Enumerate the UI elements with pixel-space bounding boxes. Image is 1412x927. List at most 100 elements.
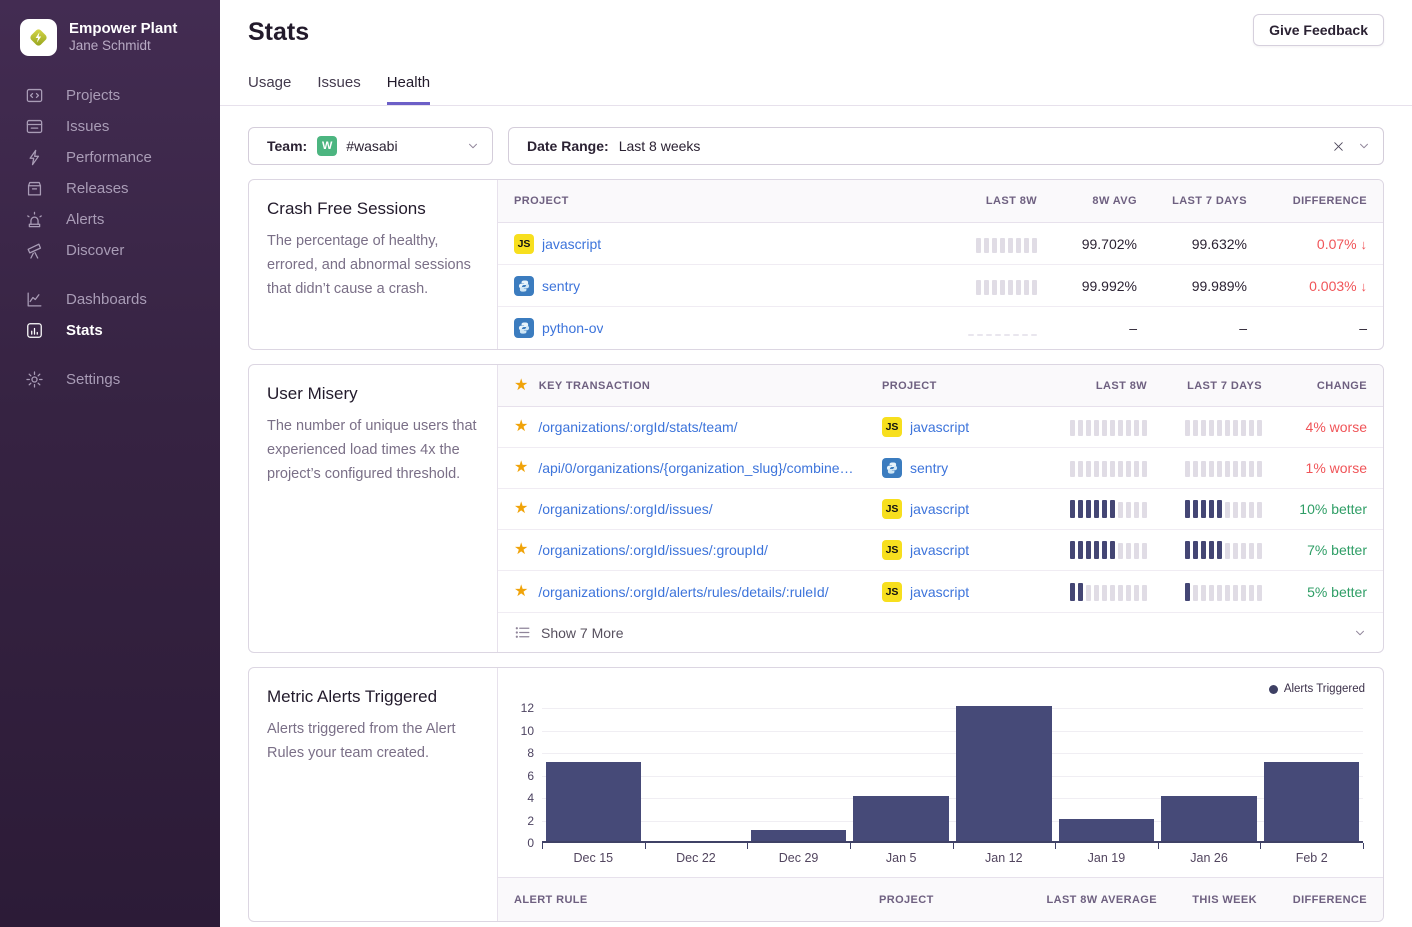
clear-icon[interactable] bbox=[1332, 140, 1345, 153]
gear-icon bbox=[25, 370, 44, 389]
platform-javascript-icon: JS bbox=[882, 417, 902, 437]
alerts-bar[interactable] bbox=[853, 796, 948, 841]
sidebar-item-releases[interactable]: Releases bbox=[0, 173, 220, 204]
project-link[interactable]: javascript bbox=[910, 542, 969, 558]
show-more-label: Show 7 More bbox=[541, 625, 623, 641]
project-link[interactable]: sentry bbox=[910, 460, 948, 476]
alerts-triggered-chart: Alerts Triggered 024681012 Dec 15Dec 22D… bbox=[498, 668, 1383, 865]
tab-usage[interactable]: Usage bbox=[248, 74, 291, 105]
alerts-bar[interactable] bbox=[1264, 762, 1359, 841]
key-transaction-star-icon[interactable]: ★ bbox=[514, 501, 528, 517]
column-header: This Week bbox=[1157, 894, 1257, 906]
column-header: Difference bbox=[1257, 894, 1367, 906]
app: Empower Plant Jane Schmidt Projects Issu… bbox=[0, 0, 1412, 927]
change-value: 4% worse bbox=[1306, 419, 1367, 435]
sparkline-last-8w bbox=[976, 277, 1037, 295]
transaction-link[interactable]: /organizations/:orgId/stats/team/ bbox=[538, 419, 737, 435]
change-value: 10% better bbox=[1299, 501, 1367, 517]
column-header: Key Transaction bbox=[539, 380, 651, 392]
bar-chart-icon bbox=[25, 321, 44, 340]
give-feedback-button[interactable]: Give Feedback bbox=[1253, 14, 1384, 46]
sidebar-item-alerts[interactable]: Alerts bbox=[0, 204, 220, 235]
project-link[interactable]: sentry bbox=[542, 278, 580, 294]
panel-subtitle: The percentage of healthy, errored, and … bbox=[267, 229, 479, 301]
project-link[interactable]: javascript bbox=[910, 584, 969, 600]
sparkline-last-8w bbox=[976, 235, 1037, 253]
sparkline-last-7-days bbox=[1185, 459, 1262, 477]
sidebar-item-stats[interactable]: Stats bbox=[0, 315, 220, 346]
column-header: Alert Rule bbox=[514, 894, 879, 906]
org-name: Empower Plant bbox=[69, 20, 177, 39]
tab-issues[interactable]: Issues bbox=[317, 74, 360, 105]
transaction-link[interactable]: /organizations/:orgId/issues/:groupId/ bbox=[538, 542, 768, 558]
key-transaction-star-icon[interactable]: ★ bbox=[514, 542, 528, 558]
project-link[interactable]: javascript bbox=[910, 419, 969, 435]
panel-subtitle: Alerts triggered from the Alert Rules yo… bbox=[267, 717, 479, 765]
user-misery-panel: User Misery The number of unique users t… bbox=[248, 364, 1384, 653]
y-axis-tick-label: 12 bbox=[510, 701, 534, 715]
sidebar-item-label: Performance bbox=[66, 149, 152, 166]
transaction-link[interactable]: /organizations/:orgId/alerts/rules/detai… bbox=[538, 584, 828, 600]
transaction-link[interactable]: /organizations/:orgId/issues/ bbox=[538, 501, 712, 517]
last-7-days-value: – bbox=[1239, 320, 1247, 336]
y-axis-tick-label: 10 bbox=[510, 724, 534, 738]
metric-alerts-chart-section: Alerts Triggered 024681012 Dec 15Dec 22D… bbox=[498, 668, 1383, 921]
tab-health[interactable]: Health bbox=[387, 74, 430, 105]
sparkline-last-8w bbox=[1070, 583, 1147, 601]
issues-icon bbox=[25, 117, 44, 136]
chevron-down-icon bbox=[1353, 626, 1367, 640]
project-link[interactable]: javascript bbox=[910, 501, 969, 517]
table-row: JS sentry 99.992% 99.989% 0.003% ↓ bbox=[498, 265, 1383, 307]
sidebar-item-discover[interactable]: Discover bbox=[0, 235, 220, 266]
project-link[interactable]: python-ov bbox=[542, 320, 603, 336]
sidebar-item-projects[interactable]: Projects bbox=[0, 80, 220, 111]
alerts-bar[interactable] bbox=[1161, 796, 1256, 841]
sidebar-item-settings[interactable]: Settings bbox=[0, 364, 220, 395]
alerts-bar[interactable] bbox=[956, 706, 1051, 841]
key-transaction-star-icon[interactable]: ★ bbox=[514, 584, 528, 600]
platform-javascript-icon: JS bbox=[882, 582, 902, 602]
alerts-bar[interactable] bbox=[546, 762, 641, 841]
user-misery-description: User Misery The number of unique users t… bbox=[249, 365, 498, 652]
sparkline-last-7-days bbox=[1185, 583, 1262, 601]
y-axis-tick-label: 0 bbox=[510, 836, 534, 850]
sidebar-item-dashboards[interactable]: Dashboards bbox=[0, 284, 220, 315]
last-7-days-value: 99.632% bbox=[1192, 236, 1247, 252]
y-axis-tick-label: 6 bbox=[510, 769, 534, 783]
show-more-button[interactable]: Show 7 More bbox=[498, 612, 1383, 652]
last-7-days-value: 99.989% bbox=[1192, 278, 1247, 294]
legend-dot-icon bbox=[1269, 685, 1278, 694]
column-header: Change bbox=[1317, 380, 1367, 392]
releases-icon bbox=[25, 179, 44, 198]
alerts-bar[interactable] bbox=[751, 830, 846, 841]
column-header: Last 7 Days bbox=[1172, 195, 1247, 207]
difference-value: 0.07% ↓ bbox=[1317, 236, 1367, 252]
key-transaction-star-icon[interactable]: ★ bbox=[514, 419, 528, 435]
org-switcher[interactable]: Empower Plant Jane Schmidt bbox=[0, 0, 220, 56]
sidebar-item-performance[interactable]: Performance bbox=[0, 142, 220, 173]
chevron-down-icon[interactable] bbox=[1357, 139, 1371, 153]
key-transaction-star-icon[interactable]: ★ bbox=[514, 460, 528, 476]
date-range-selector[interactable]: Date Range: Last 8 weeks bbox=[508, 127, 1384, 165]
sparkline-last-8w bbox=[1070, 500, 1147, 518]
page-header: Stats Give Feedback Usage Issues Health bbox=[220, 0, 1412, 106]
y-axis-tick-label: 4 bbox=[510, 791, 534, 805]
column-header: Last 8w Average bbox=[982, 894, 1157, 906]
platform-javascript-icon: JS bbox=[514, 234, 534, 254]
x-axis-tick-label: Dec 15 bbox=[542, 851, 645, 865]
team-selector[interactable]: Team: W #wasabi bbox=[248, 127, 493, 165]
sentry-org-logo-icon bbox=[20, 19, 57, 56]
alerts-bar[interactable] bbox=[1059, 819, 1154, 842]
column-header: Difference bbox=[1293, 195, 1367, 207]
page-title: Stats bbox=[248, 18, 1384, 47]
change-value: 1% worse bbox=[1306, 460, 1367, 476]
chart-legend[interactable]: Alerts Triggered bbox=[516, 680, 1365, 698]
sidebar-item-label: Alerts bbox=[66, 211, 104, 228]
alerts-chart-plot: 024681012 bbox=[542, 708, 1363, 843]
transaction-link[interactable]: /api/0/organizations/{organization_slug}… bbox=[538, 460, 853, 476]
user-misery-table-header: ★Key Transaction Project Last 8w Last 7 … bbox=[498, 365, 1383, 407]
column-header: 8w Avg bbox=[1092, 195, 1137, 207]
sidebar-item-issues[interactable]: Issues bbox=[0, 111, 220, 142]
sparkline-last-8w bbox=[968, 319, 1037, 337]
project-link[interactable]: javascript bbox=[542, 236, 601, 252]
